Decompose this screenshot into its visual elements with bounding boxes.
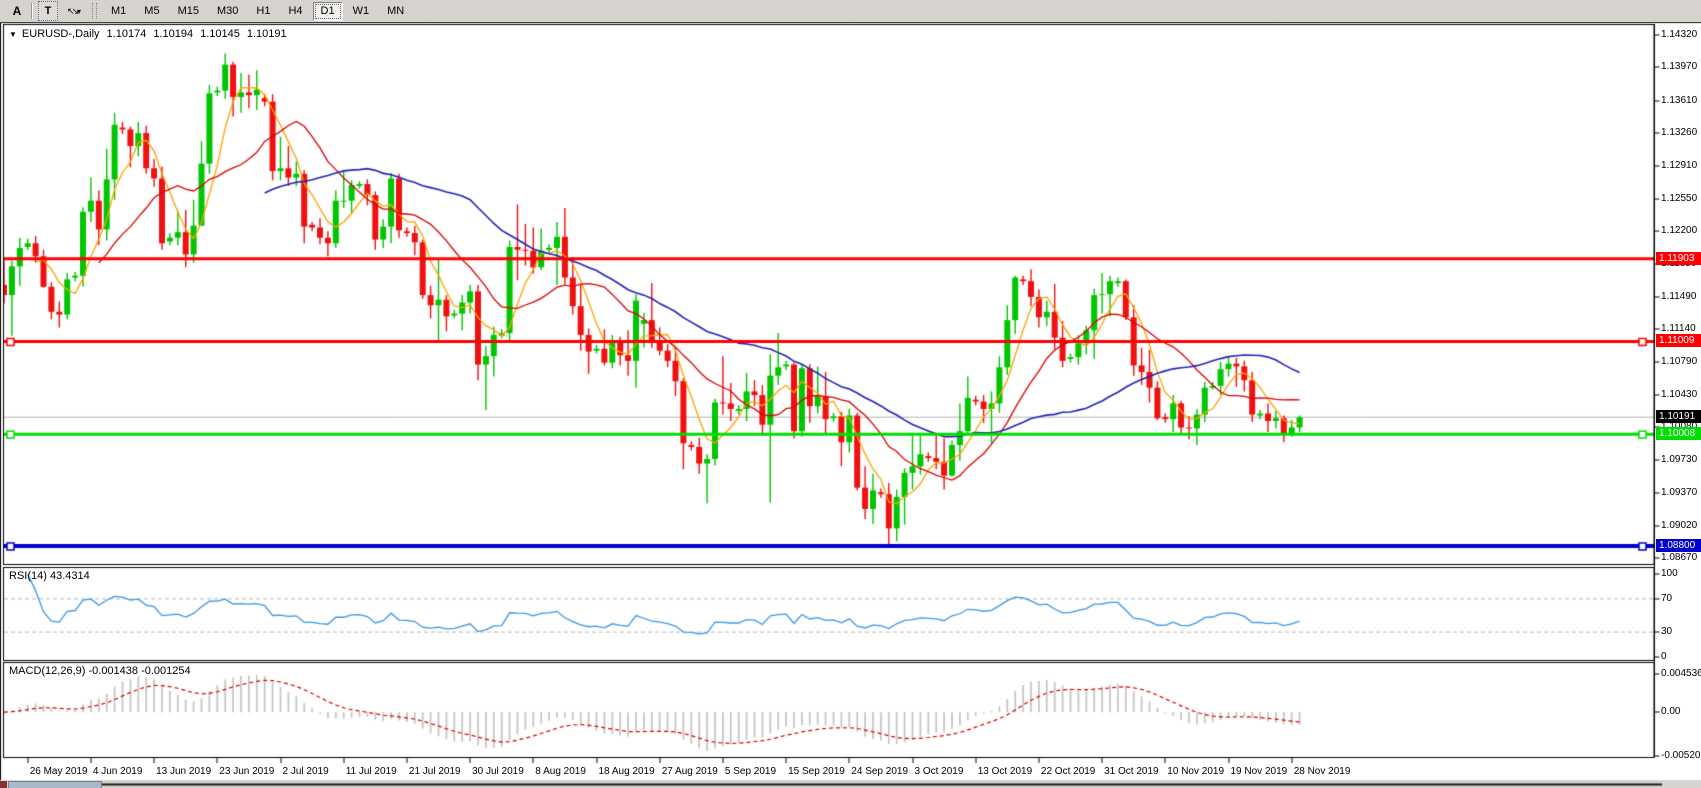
price-axis-tick: 1.10790 — [1661, 356, 1697, 367]
text-tool-button[interactable]: T — [38, 1, 58, 21]
date-axis-label: 18 Aug 2019 — [599, 766, 655, 777]
scrollbar-thumb[interactable] — [8, 781, 102, 788]
rsi-axis-tick: 30 — [1661, 626, 1672, 637]
date-axis-label: 13 Jun 2019 — [156, 766, 211, 777]
date-axis-label: 11 Jul 2019 — [346, 766, 397, 777]
date-axis-label: 10 Nov 2019 — [1167, 766, 1224, 777]
macd-axis-tick: 0.00 — [1661, 706, 1680, 717]
date-axis-label: 8 Aug 2019 — [535, 766, 586, 777]
high-value: 1.10194 — [153, 28, 193, 40]
mt4-window: A T ↖↘ ▾ M1M5M15M30H1H4D1W1MN ▼ EURUSD-,… — [0, 0, 1701, 788]
hline-price-tag[interactable]: 1.08800 — [1656, 539, 1701, 552]
price-axis-tick: 1.12550 — [1661, 193, 1697, 204]
date-axis-label: 28 Nov 2019 — [1294, 766, 1351, 777]
chart-canvas[interactable] — [0, 0, 1701, 788]
macd-panel-label: MACD(12,26,9) -0.001438 -0.001254 — [9, 665, 191, 677]
price-axis-tick: 1.13610 — [1661, 95, 1697, 106]
hline-price-tag[interactable]: 1.11903 — [1656, 252, 1701, 265]
symbol-label: EURUSD-,Daily — [22, 28, 100, 40]
date-axis-label: 23 Jun 2019 — [219, 766, 274, 777]
price-axis-tick: 1.09730 — [1661, 454, 1697, 465]
price-axis-tick: 1.08670 — [1661, 552, 1697, 563]
current-price-tag: 1.10191 — [1656, 410, 1701, 423]
scrollbar-corner — [0, 781, 7, 788]
arrows-tool-dropdown[interactable]: ↖↘ ▾ — [60, 1, 88, 21]
date-axis-label: 5 Sep 2019 — [725, 766, 776, 777]
timeframe-m30-button[interactable]: M30 — [209, 2, 246, 21]
toolbar: A T ↖↘ ▾ M1M5M15M30H1H4D1W1MN — [0, 0, 1701, 23]
toolbar-grip — [92, 3, 97, 19]
timeframe-m1-button[interactable]: M1 — [103, 2, 134, 21]
rsi-panel-label: RSI(14) 43.4314 — [9, 570, 90, 582]
date-axis-label: 27 Aug 2019 — [662, 766, 718, 777]
macd-axis-tick: 0.004536 — [1661, 668, 1701, 679]
rsi-axis-tick: 0 — [1661, 651, 1667, 662]
date-axis-label: 31 Oct 2019 — [1104, 766, 1158, 777]
price-axis-tick: 1.13970 — [1661, 61, 1697, 72]
date-axis-label: 21 Jul 2019 — [409, 766, 461, 777]
timeframe-mn-button[interactable]: MN — [379, 2, 412, 21]
date-axis-label: 24 Sep 2019 — [851, 766, 908, 777]
arrow-style-tool-button[interactable]: A — [8, 2, 26, 20]
low-value: 1.10145 — [200, 28, 240, 40]
price-axis-tick: 1.12910 — [1661, 160, 1697, 171]
price-axis-tick: 1.09370 — [1661, 487, 1697, 498]
price-axis-tick: 1.09020 — [1661, 520, 1697, 531]
rsi-axis-tick: 70 — [1661, 593, 1672, 604]
price-axis-tick: 1.10430 — [1661, 389, 1697, 400]
date-axis-label: 26 May 2019 — [30, 766, 88, 777]
open-value: 1.10174 — [107, 28, 147, 40]
timeframe-w1-button[interactable]: W1 — [345, 2, 378, 21]
date-axis-label: 2 Jul 2019 — [283, 766, 329, 777]
price-axis-tick: 1.11140 — [1661, 323, 1696, 334]
rsi-value: 43.4314 — [50, 570, 90, 582]
timeframe-h1-button[interactable]: H1 — [248, 2, 278, 21]
hline-price-tag[interactable]: 1.10008 — [1656, 427, 1701, 440]
price-axis-tick: 1.14320 — [1661, 29, 1697, 40]
date-axis-label: 4 Jun 2019 — [93, 766, 143, 777]
macd-value: -0.001438 — [88, 665, 138, 677]
date-axis-label: 22 Oct 2019 — [1041, 766, 1095, 777]
close-value: 1.10191 — [247, 28, 287, 40]
diagonal-arrows-icon: ↖↘ — [67, 6, 76, 17]
timeframe-h4-button[interactable]: H4 — [280, 2, 310, 21]
timeframe-d1-button[interactable]: D1 — [313, 2, 343, 21]
price-axis-tick: 1.11490 — [1661, 291, 1696, 302]
symbol-dropdown-icon[interactable]: ▼ — [9, 30, 17, 39]
date-axis-label: 13 Oct 2019 — [978, 766, 1032, 777]
date-axis-label: 19 Nov 2019 — [1231, 766, 1288, 777]
chart-title: ▼ EURUSD-,Daily 1.10174 1.10194 1.10145 … — [9, 28, 294, 40]
date-axis-label: 30 Jul 2019 — [472, 766, 524, 777]
hline-price-tag[interactable]: 1.11009 — [1656, 334, 1701, 347]
price-axis-tick: 1.12200 — [1661, 225, 1697, 236]
macd-axis-tick: -0.005205 — [1661, 750, 1701, 761]
price-axis-tick: 1.13260 — [1661, 127, 1697, 138]
macd-signal-value: -0.001254 — [141, 665, 191, 677]
timeframe-m15-button[interactable]: M15 — [170, 2, 207, 21]
date-axis-label: 15 Sep 2019 — [788, 766, 845, 777]
timeframe-toolbar: M1M5M15M30H1H4D1W1MN — [102, 5, 413, 17]
date-axis-label: 3 Oct 2019 — [915, 766, 964, 777]
rsi-axis-tick: 100 — [1661, 568, 1678, 579]
dropdown-caret-icon: ▾ — [77, 7, 81, 16]
timeframe-m5-button[interactable]: M5 — [136, 2, 167, 21]
toolbar-separator — [31, 3, 33, 19]
